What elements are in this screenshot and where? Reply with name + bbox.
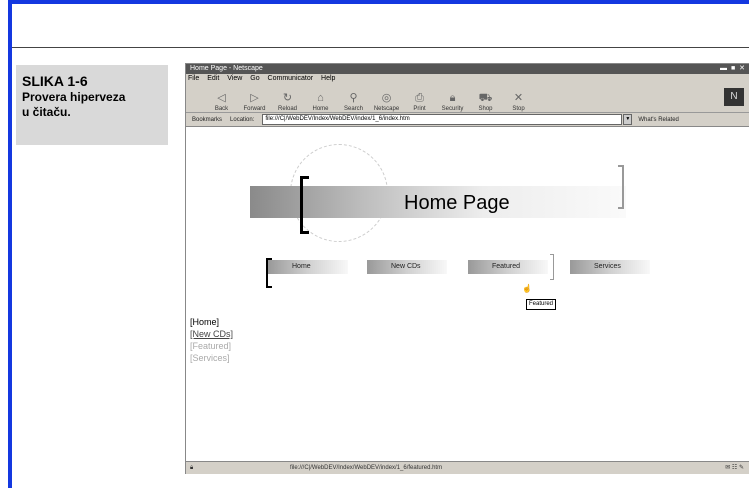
shop-icon: ⛟ <box>478 92 493 104</box>
banner-title: Home Page <box>404 192 510 214</box>
reload-icon: ↻ <box>282 92 293 104</box>
window-controls[interactable]: ▬ ■ ✕ <box>720 64 746 74</box>
frame-left-border <box>8 0 12 488</box>
frame-top-border <box>8 0 749 4</box>
caption-line-1: Provera hiperveza <box>22 90 126 104</box>
netscape-icon: ◎ <box>381 92 392 104</box>
status-security-icon: 🔒︎ <box>190 465 194 471</box>
back-button[interactable]: ◁ Back <box>206 92 237 112</box>
status-bar: 🔒︎ file:///C|/WebDEV/Index/WebDEV/index/… <box>186 461 749 474</box>
forward-button[interactable]: ▷ Forward <box>239 92 270 112</box>
stop-button[interactable]: ✕ Stop <box>503 92 534 112</box>
search-icon: ⚲ <box>349 92 358 104</box>
home-icon: ⌂ <box>317 92 324 104</box>
text-link-services[interactable]: [Services] <box>190 352 233 364</box>
page-content: Home Page Home New CDs Featured Services… <box>186 128 749 462</box>
print-icon: ⎙ <box>415 92 424 104</box>
forward-arrow-icon: ▷ <box>250 92 259 104</box>
banner-left-bracket <box>300 176 309 234</box>
url-dropdown-icon[interactable]: ▼ <box>623 114 633 125</box>
title-bar: Home Page - Netscape ▬ ■ ✕ <box>186 64 749 74</box>
figure-caption: SLIKA 1-6 Provera hiperveza u čitaču. <box>16 65 168 145</box>
menu-go[interactable]: Go <box>250 75 259 82</box>
status-text: file:///C|/WebDEV/Index/WebDEV/index/1_6… <box>290 465 443 471</box>
home-button[interactable]: ⌂ Home <box>305 92 336 112</box>
browser-window: Home Page - Netscape ▬ ■ ✕ File Edit Vie… <box>185 63 749 474</box>
tooltip: Featured <box>526 299 557 310</box>
text-links: [Home] [New CDs] [Featured] [Services] <box>190 316 233 364</box>
back-arrow-icon: ◁ <box>217 92 226 104</box>
hand-cursor-icon: ☝ <box>522 284 532 293</box>
navigation-toolbar: ◁ Back ▷ Forward ↻ Reload ⌂ Home ⚲ Search ◎ Ne… <box>186 84 749 113</box>
caption-line-2: u čitaču. <box>22 105 71 119</box>
shop-button[interactable]: ⛟ Shop <box>470 92 501 112</box>
location-label: Location: <box>230 116 255 123</box>
reload-button[interactable]: ↻ Reload <box>272 92 303 112</box>
menu-help[interactable]: Help <box>321 75 335 82</box>
menu-bar: File Edit View Go Communicator Help <box>186 74 749 84</box>
netscape-button[interactable]: ◎ Netscape <box>371 92 402 112</box>
nav-right-bracket <box>550 254 554 280</box>
nav-button-home[interactable]: Home <box>268 260 348 274</box>
whats-related-button[interactable]: What's Related <box>638 117 679 123</box>
window-title: Home Page - Netscape <box>190 65 263 72</box>
bookmarks-button[interactable]: Bookmarks <box>192 117 222 123</box>
menu-file[interactable]: File <box>188 75 199 82</box>
security-button[interactable]: 🔒︎ Security <box>437 92 468 112</box>
print-button[interactable]: ⎙ Print <box>404 92 435 112</box>
stop-icon: ✕ <box>513 92 524 104</box>
status-component-icons: ✉ ☷ ✎ <box>725 465 744 471</box>
lock-icon: 🔒︎ <box>449 92 456 104</box>
text-link-featured[interactable]: [Featured] <box>190 340 233 352</box>
url-input[interactable]: file:///C|/WebDEV/Index/WebDEV/index/1_6… <box>262 114 623 125</box>
netscape-logo-icon: N <box>724 88 744 106</box>
nav-button-new-cds[interactable]: New CDs <box>367 260 447 274</box>
menu-edit[interactable]: Edit <box>207 75 219 82</box>
search-button[interactable]: ⚲ Search <box>338 92 369 112</box>
header-divider <box>12 47 749 48</box>
text-link-home[interactable]: [Home] <box>190 316 233 328</box>
menu-communicator[interactable]: Communicator <box>268 75 314 82</box>
text-link-new-cds[interactable]: [New CDs] <box>190 328 233 340</box>
figure-label: SLIKA 1-6 <box>22 73 88 89</box>
banner-right-bracket <box>618 165 624 209</box>
nav-button-services[interactable]: Services <box>570 260 650 274</box>
nav-button-featured[interactable]: Featured <box>468 260 548 274</box>
location-bar: Bookmarks Location: file:///C|/WebDEV/In… <box>186 113 749 127</box>
menu-view[interactable]: View <box>227 75 242 82</box>
